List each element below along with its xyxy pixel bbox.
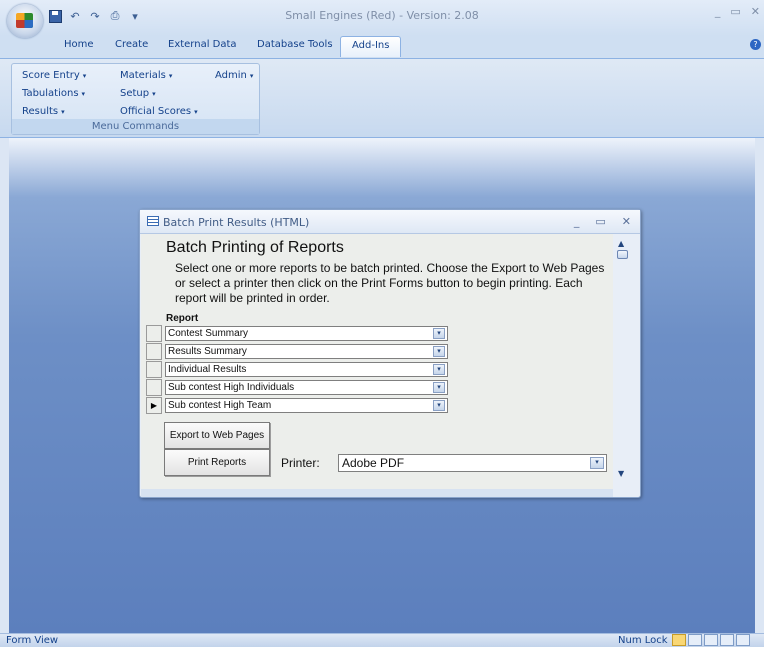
dialog-heading: Batch Printing of Reports (166, 239, 344, 256)
tab-home[interactable]: Home (64, 39, 94, 50)
dialog-title: Batch Print Results (HTML) (163, 216, 310, 229)
chevron-down-icon: ▾ (152, 90, 156, 98)
export-to-web-pages-button[interactable]: Export to Web Pages (164, 422, 270, 449)
minimize-icon[interactable]: _ (715, 5, 721, 18)
dialog-close-icon[interactable]: ✕ (622, 215, 631, 228)
status-view-label: Form View (6, 635, 59, 646)
dialog-maximize-icon[interactable]: ▭ (595, 215, 605, 228)
chevron-down-icon: ▾ (81, 90, 86, 98)
scroll-down-icon[interactable]: ▼ (618, 469, 624, 478)
printer-select[interactable]: Adobe PDF ▾ (338, 454, 607, 472)
score-entry-menu[interactable]: Score Entry ▾ (22, 70, 86, 81)
print-reports-button[interactable]: Print Reports (164, 449, 270, 476)
chevron-down-icon[interactable]: ▾ (590, 457, 604, 469)
printer-label: Printer: (281, 456, 320, 470)
ribbon: Score Entry ▾ Materials ▾ Admin ▾ Tabulatio… (0, 58, 764, 138)
tab-external-data[interactable]: External Data (168, 39, 237, 50)
form-view-icon[interactable] (672, 634, 686, 646)
datasheet-view-icon[interactable] (688, 634, 702, 646)
materials-menu[interactable]: Materials ▾ (120, 70, 172, 81)
tabulations-menu[interactable]: Tabulations ▾ (22, 88, 85, 99)
record-selector[interactable] (146, 379, 162, 396)
title-bar: ↶ ↷ ⎙ ▾ Small Engines (Red) - Version: 2… (0, 0, 764, 38)
chevron-down-icon[interactable]: ▾ (433, 346, 445, 357)
dialog-minimize-icon[interactable]: _ (574, 215, 580, 228)
dialog-title-bar[interactable]: Batch Print Results (HTML) _ ▭ ✕ (140, 210, 640, 234)
report-column-label: Report (166, 313, 199, 324)
print-preview-icon[interactable] (720, 634, 734, 646)
chevron-down-icon: ▾ (82, 72, 87, 80)
tab-create[interactable]: Create (115, 39, 148, 50)
dialog-vertical-scrollbar[interactable]: ▲ ▼ (615, 237, 629, 483)
layout-view-icon[interactable] (704, 634, 718, 646)
chevron-down-icon[interactable]: ▾ (433, 382, 445, 393)
tab-database-tools[interactable]: Database Tools (257, 39, 333, 50)
office-button[interactable] (7, 4, 43, 38)
record-selector[interactable] (146, 361, 162, 378)
results-menu[interactable]: Results ▾ (22, 106, 65, 117)
report-combo[interactable]: Individual Results ▾ (165, 362, 448, 377)
current-record-selector[interactable]: ▶ (146, 397, 162, 414)
record-selector[interactable] (146, 343, 162, 360)
chevron-down-icon: ▾ (168, 72, 173, 80)
num-lock-indicator: Num Lock (618, 635, 668, 646)
current-record-icon: ▶ (150, 401, 158, 410)
chevron-down-icon: ▾ (194, 108, 198, 116)
chevron-down-icon: ▾ (249, 72, 254, 80)
batch-print-dialog: Batch Print Results (HTML) _ ▭ ✕ Batch P… (139, 209, 641, 498)
ribbon-tabs: Home Create External Data Database Tools… (0, 36, 764, 58)
chevron-down-icon: ▾ (61, 108, 65, 116)
chevron-down-icon[interactable]: ▾ (433, 328, 445, 339)
office-logo-icon (16, 13, 33, 28)
status-bar: Form View Num Lock (0, 633, 764, 647)
official-scores-menu[interactable]: Official Scores ▾ (120, 106, 198, 117)
report-combo[interactable]: Sub contest High Team ▾ (165, 398, 448, 413)
setup-menu[interactable]: Setup ▾ (120, 88, 156, 99)
report-combo[interactable]: Results Summary ▾ (165, 344, 448, 359)
record-selector[interactable] (146, 325, 162, 342)
report-combo[interactable]: Contest Summary ▾ (165, 326, 448, 341)
help-icon[interactable]: ? (750, 39, 761, 50)
restore-icon[interactable]: ▭ (730, 5, 740, 18)
dialog-bottom-edge (141, 489, 613, 497)
scroll-thumb[interactable] (617, 250, 628, 259)
dialog-description: Select one or more reports to be batch p… (175, 261, 605, 305)
menu-commands-group: Score Entry ▾ Materials ▾ Admin ▾ Tabulatio… (11, 63, 260, 135)
dialog-body: Batch Printing of Reports Select one or … (141, 234, 613, 489)
design-view-icon[interactable] (736, 634, 750, 646)
scroll-up-icon[interactable]: ▲ (618, 239, 624, 248)
app-title: Small Engines (Red) - Version: 2.08 (285, 9, 479, 22)
admin-menu[interactable]: Admin ▾ (215, 70, 253, 81)
report-combo[interactable]: Sub contest High Individuals ▾ (165, 380, 448, 395)
tab-add-ins[interactable]: Add-Ins (340, 36, 402, 57)
chevron-down-icon[interactable]: ▾ (433, 364, 445, 375)
form-icon (147, 216, 159, 226)
chevron-down-icon[interactable]: ▾ (433, 400, 445, 411)
group-label: Menu Commands (12, 119, 259, 134)
close-icon[interactable]: ✕ (751, 5, 760, 18)
